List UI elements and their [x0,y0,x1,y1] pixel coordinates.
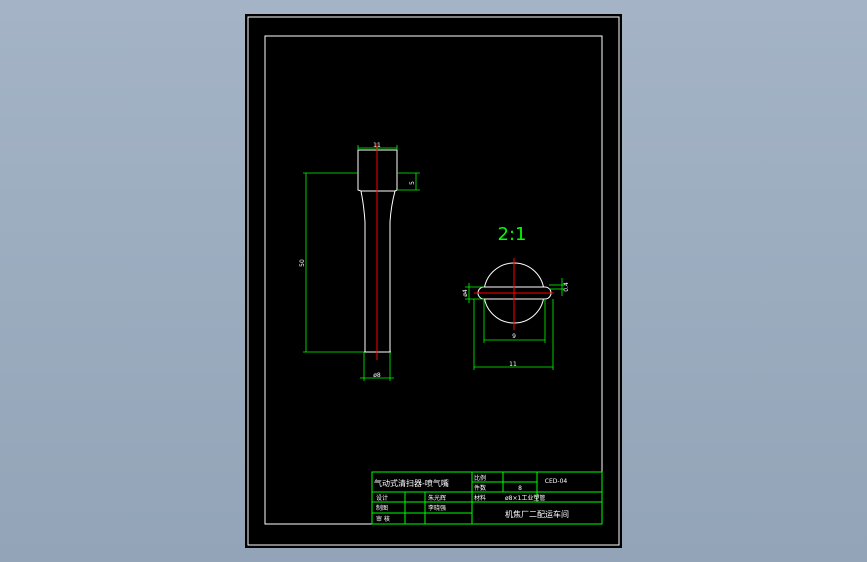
tb-part-name: 气动式清扫器-喷气嘴 [374,478,449,488]
sheet-background [245,14,622,548]
tb-reviewer-label: 审 核 [376,515,390,523]
tb-designer-name: 朱光辉 [428,494,446,502]
scale-label: 2:1 [498,224,527,245]
tb-material-value: ø8×1工业塑管 [505,494,545,502]
drawing-sheet: 11 5 50 ø8 2:1 ø4 0.4 9 11 气动式清扫器-喷气嘴 比例… [245,14,622,548]
tb-drafter-name: 李晓强 [428,504,446,512]
dim-section-inner: 9 [512,333,516,340]
dim-section-left: ø4 [462,289,469,297]
tb-material-label: 材料 [474,494,486,502]
dim-section-outer: 11 [509,361,517,368]
dim-section-right: 0.4 [563,282,570,292]
tb-quantity-label: 件数 [474,484,486,492]
tb-designer-label: 设计 [376,494,388,502]
dim-head-width: 11 [373,142,381,149]
dim-shaft-diameter: ø8 [373,372,381,379]
dim-total-length: 50 [299,259,306,267]
tb-drawing-no: CED-04 [545,478,568,485]
tb-quantity-value: 8 [518,485,522,492]
tb-drafter-label: 制图 [376,504,388,512]
tb-company: 机焦厂二配运车间 [505,509,569,519]
tb-scale-label: 比例 [474,474,486,482]
dim-head-height: 5 [409,181,416,185]
